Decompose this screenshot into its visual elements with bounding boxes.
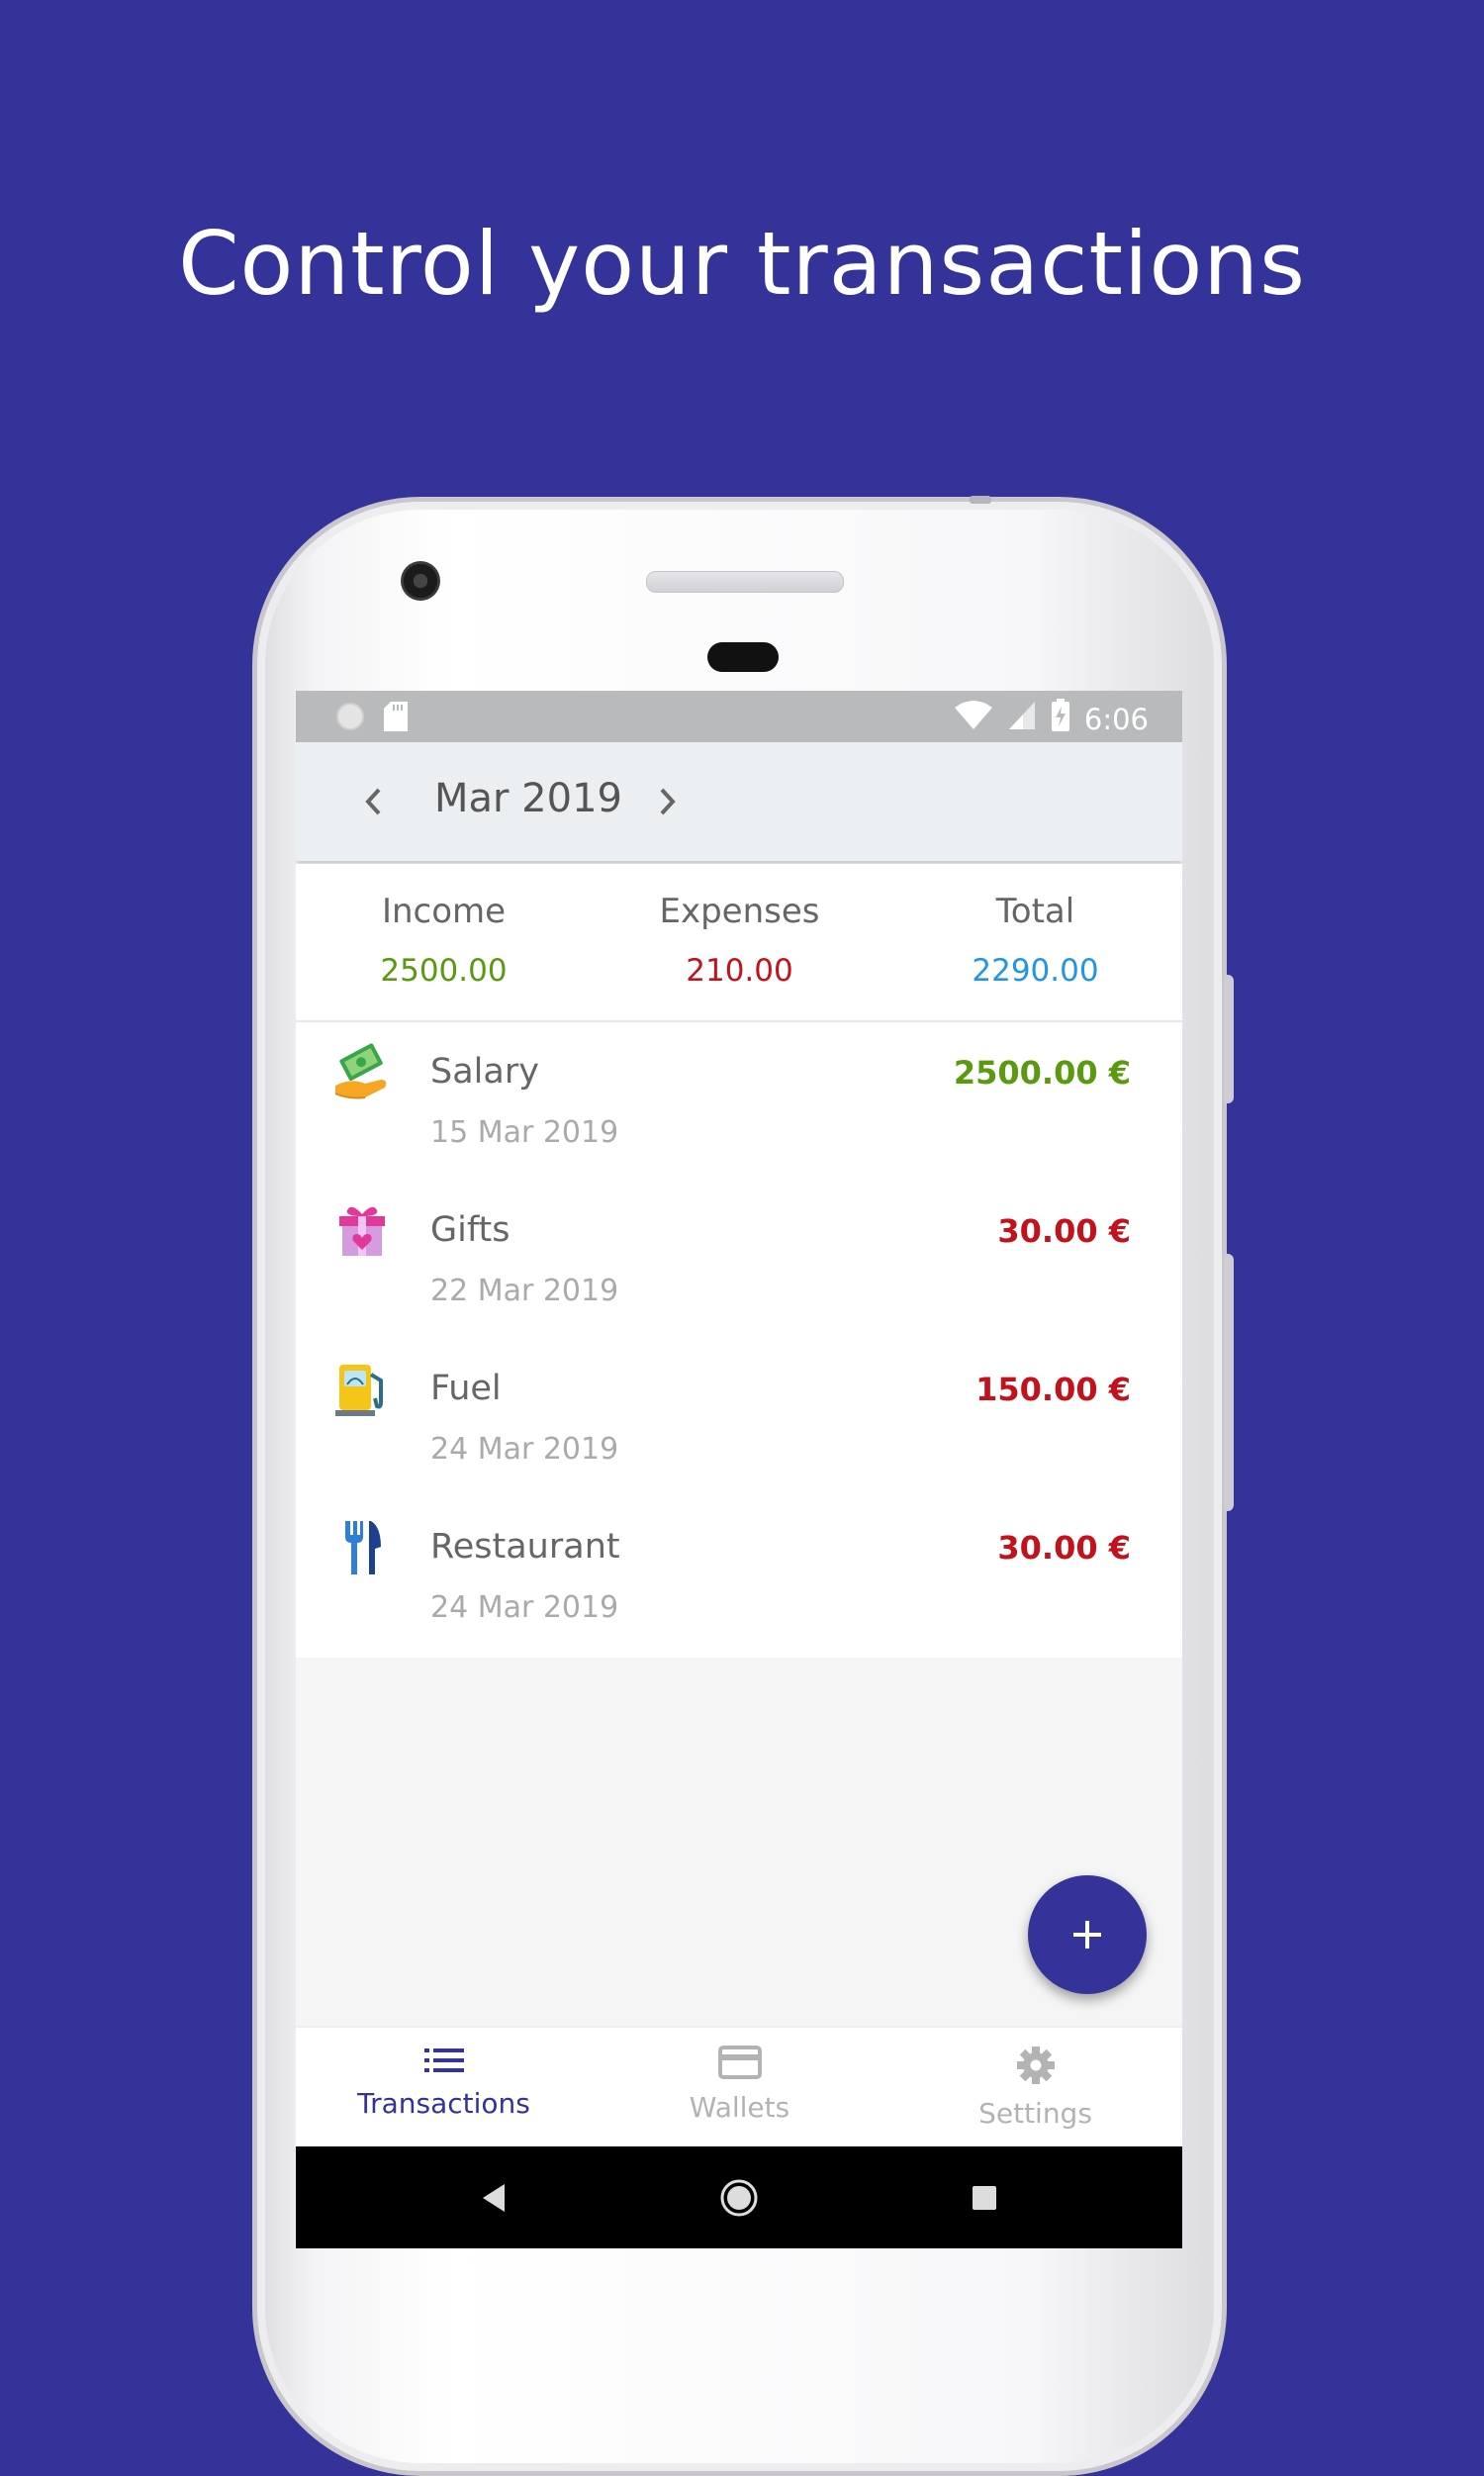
transaction-amount: 30.00 €	[997, 1212, 1131, 1250]
transaction-date: 15 Mar 2019	[430, 1115, 619, 1150]
nav-label: Settings	[978, 2097, 1092, 2130]
transaction-amount: 150.00 €	[975, 1371, 1131, 1408]
chevron-right-icon	[660, 788, 676, 815]
transaction-row[interactable]: Salary 15 Mar 2019 2500.00 €	[296, 1022, 1182, 1181]
transaction-date: 22 Mar 2019	[430, 1274, 619, 1308]
transaction-row[interactable]: Fuel 24 Mar 2019 150.00 €	[296, 1339, 1182, 1497]
plus-icon	[1073, 1921, 1101, 1949]
transaction-date: 24 Mar 2019	[430, 1590, 619, 1625]
transaction-amount: 2500.00 €	[953, 1054, 1131, 1092]
transaction-row[interactable]: Restaurant 24 Mar 2019 30.00 €	[296, 1497, 1182, 1656]
expenses-label: Expenses	[659, 892, 820, 931]
nav-label: Transactions	[357, 2087, 530, 2120]
cutlery-icon	[331, 1517, 393, 1578]
recents-square-icon	[973, 2186, 996, 2210]
summary-panel: Income 2500.00 Expenses 210.00 Total 229…	[296, 864, 1182, 1022]
app-screen: 6:06 Mar 2019 Income 2500.00 Expenses 21…	[296, 691, 1182, 2248]
next-month-button[interactable]	[650, 780, 686, 823]
wifi-icon	[954, 700, 993, 738]
system-navigation-bar	[296, 2146, 1182, 2248]
back-button[interactable]	[474, 2178, 513, 2218]
income-value: 2500.00	[380, 953, 508, 989]
nav-label: Wallets	[689, 2091, 790, 2124]
fuel-pump-icon	[331, 1359, 393, 1420]
back-triangle-icon	[483, 2184, 505, 2212]
previous-month-button[interactable]	[355, 780, 391, 823]
phone-side-button	[1224, 975, 1234, 1103]
transaction-row[interactable]: Gifts 22 Mar 2019 30.00 €	[296, 1181, 1182, 1339]
expenses-value: 210.00	[686, 953, 793, 989]
gear-icon	[1016, 2047, 1055, 2084]
month-toolbar: Mar 2019	[296, 742, 1182, 861]
chevron-left-icon	[365, 788, 381, 815]
card-icon	[717, 2046, 762, 2079]
phone-volume-button	[1224, 1254, 1234, 1511]
proximity-sensor	[707, 642, 779, 672]
gift-icon	[331, 1200, 393, 1262]
expenses-summary: Expenses 210.00	[592, 892, 887, 989]
transaction-amount: 30.00 €	[997, 1529, 1131, 1567]
headline: Control your transactions	[178, 213, 1306, 315]
signal-icon	[1007, 700, 1037, 738]
total-summary: Total 2290.00	[887, 892, 1182, 989]
transaction-name: Fuel	[430, 1369, 502, 1408]
nav-transactions[interactable]: Transactions	[296, 2046, 592, 2120]
transaction-list: Salary 15 Mar 2019 2500.00 € Gifts 22 Ma…	[296, 1022, 1182, 1658]
sd-card-icon	[383, 701, 409, 739]
transaction-date: 24 Mar 2019	[430, 1432, 619, 1467]
transaction-name: Gifts	[430, 1210, 510, 1250]
salary-icon	[331, 1042, 393, 1103]
status-time: 6:06	[1083, 702, 1149, 736]
recents-button[interactable]	[965, 2178, 1004, 2218]
month-title: Mar 2019	[434, 776, 622, 821]
phone-top-button	[970, 496, 991, 504]
total-label: Total	[995, 892, 1075, 931]
income-summary: Income 2500.00	[296, 892, 592, 989]
status-bar: 6:06	[296, 691, 1182, 742]
transaction-name: Salary	[430, 1052, 539, 1092]
battery-charging-icon	[1051, 699, 1070, 739]
front-camera	[401, 561, 440, 601]
earpiece-speaker	[646, 571, 844, 593]
bottom-navigation: Transactions Wallets Settings	[296, 2026, 1182, 2148]
add-transaction-button[interactable]	[1028, 1875, 1147, 1994]
home-circle-icon	[720, 2179, 758, 2217]
income-label: Income	[381, 892, 507, 931]
transaction-name: Restaurant	[430, 1527, 620, 1567]
list-icon	[423, 2048, 464, 2072]
home-button[interactable]	[719, 2178, 759, 2218]
notification-circle-icon	[335, 702, 365, 738]
nav-settings[interactable]: Settings	[887, 2046, 1182, 2130]
total-value: 2290.00	[972, 953, 1099, 989]
nav-wallets[interactable]: Wallets	[592, 2046, 887, 2124]
